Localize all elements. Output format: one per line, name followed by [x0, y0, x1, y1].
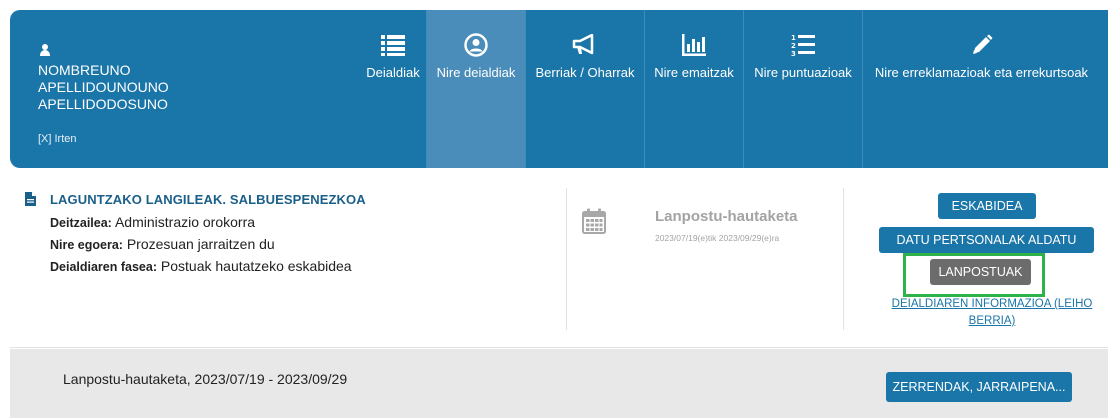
- bar-chart-icon: [682, 32, 706, 58]
- divider: [566, 188, 567, 330]
- application-button[interactable]: ESKABIDEA: [938, 193, 1036, 219]
- nav-item-my-scores[interactable]: 1 2 3 Nire puntuazioak: [743, 10, 862, 168]
- convener-line: Deitzailea: Administrazio orokorra: [50, 214, 255, 230]
- phase-dates: 2023/07/19(e)tik 2023/09/29(e)ra: [655, 233, 780, 243]
- phase-label: Deialdiaren fasea:: [50, 260, 157, 274]
- svg-text:1: 1: [791, 34, 796, 42]
- nav-label: Nire emaitzak: [654, 65, 734, 80]
- nav-item-my-results[interactable]: Nire emaitzak: [644, 10, 743, 168]
- call-title: LAGUNTZAKO LANGILEAK. SALBUESPENEZKOA: [50, 192, 366, 207]
- phase-title: Lanpostu-hautaketa: [655, 208, 798, 225]
- nav-label: Berriak / Oharrak: [535, 65, 635, 80]
- user-circle-icon: [464, 32, 488, 58]
- logout-link[interactable]: [X] Irten: [38, 133, 77, 145]
- user-name-line-2: APELLIDOUNOUNO: [38, 79, 169, 95]
- divider: [843, 188, 844, 330]
- status-value: Prozesuan jarraitzen du: [126, 236, 275, 252]
- nav-label: Nire puntuazioak: [754, 65, 852, 80]
- top-navigation-bar: NOMBREUNO APELLIDOUNOUNO APELLIDODOSUNO …: [10, 10, 1108, 168]
- user-block: NOMBREUNO APELLIDOUNOUNO APELLIDODOSUNO …: [10, 10, 360, 168]
- convener-value: Administrazio orokorra: [114, 214, 256, 230]
- lists-tracking-button[interactable]: ZERRENDAK, JARRAIPENA...: [886, 372, 1072, 402]
- phase-panel-text: Lanpostu-hautaketa, 2023/07/19 - 2023/09…: [63, 371, 348, 387]
- change-personal-data-button[interactable]: DATU PERTSONALAK ALDATU: [879, 227, 1094, 253]
- status-line: Nire egoera: Prozesuan jarraitzen du: [50, 236, 275, 252]
- svg-text:2: 2: [791, 42, 796, 50]
- main-nav: Deialdiak Nire deialdiak Berriak / Oharr…: [360, 10, 1100, 168]
- document-icon: [25, 192, 36, 211]
- user-name-line-1: NOMBREUNO: [38, 62, 131, 78]
- call-info-link[interactable]: DEIALDIAREN INFORMAZIOA (LEIHO BERRIA): [872, 296, 1108, 330]
- phase-value: Postuak hautatzeko eskabidea: [160, 258, 352, 274]
- megaphone-icon: [572, 32, 598, 58]
- nav-label: Nire deialdiak: [436, 65, 516, 80]
- calendar-icon: [582, 208, 606, 239]
- user-icon: [40, 44, 50, 56]
- list-icon: [381, 32, 405, 58]
- convener-label: Deitzailea:: [50, 216, 112, 230]
- user-name-line-3: APELLIDODOSUNO: [38, 96, 168, 112]
- highlight-box: [903, 253, 1045, 297]
- nav-label: Nire erreklamazioak eta errekurtsoak: [874, 65, 1089, 80]
- nav-item-news[interactable]: Berriak / Oharrak: [525, 10, 644, 168]
- phase-line: Deialdiaren fasea: Postuak hautatzeko es…: [50, 258, 352, 274]
- user-name: NOMBREUNO APELLIDOUNOUNO APELLIDODOSUNO: [38, 62, 169, 113]
- nav-label: Deialdiak: [366, 65, 420, 80]
- svg-text:3: 3: [791, 50, 796, 57]
- status-label: Nire egoera:: [50, 238, 123, 252]
- nav-item-my-claims[interactable]: Nire erreklamazioak eta errekurtsoak: [862, 10, 1100, 168]
- phase-panel: Lanpostu-hautaketa, 2023/07/19 - 2023/09…: [10, 349, 1108, 418]
- ordered-list-icon: 1 2 3: [791, 32, 815, 58]
- nav-item-my-calls[interactable]: Nire deialdiak: [426, 10, 525, 168]
- nav-item-calls[interactable]: Deialdiak: [360, 10, 426, 168]
- pencil-icon: [971, 32, 993, 58]
